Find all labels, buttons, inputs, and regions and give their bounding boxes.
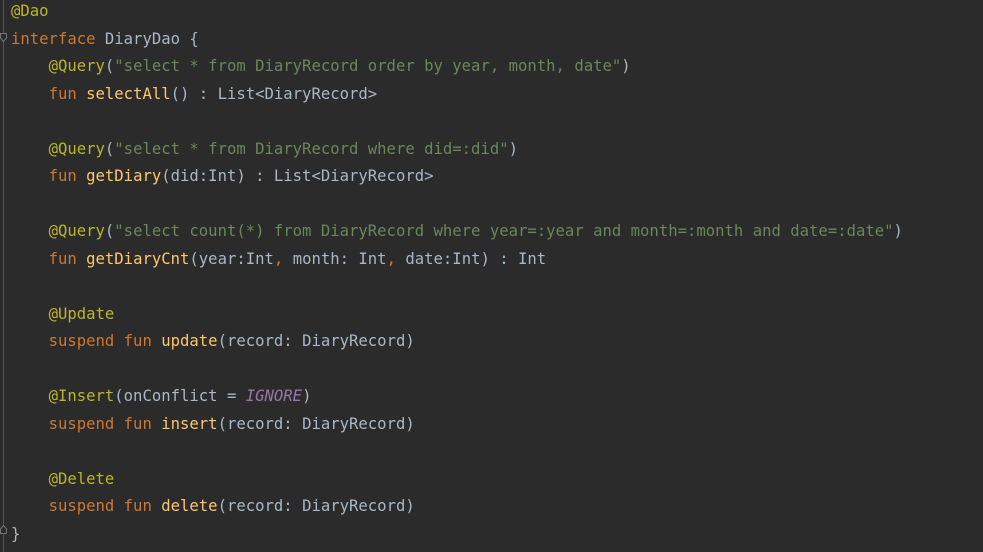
code-line[interactable]: fun getDiaryCnt(year:Int, month: Int, da… xyxy=(11,246,903,274)
code-token-plain: ( xyxy=(104,222,115,240)
code-line[interactable]: @Dao xyxy=(11,0,903,26)
code-line[interactable] xyxy=(11,356,903,384)
code-line[interactable] xyxy=(11,108,903,136)
code-token-annotation: @Query xyxy=(48,222,105,240)
code-token-plain: ) xyxy=(302,387,312,405)
code-token-annotation: @Query xyxy=(48,139,105,158)
code-token-plain: month: Int xyxy=(292,249,387,268)
code-token-plain: (record: DiaryRecord) xyxy=(217,332,415,350)
code-token-plain: (record: DiaryRecord) xyxy=(217,414,415,433)
code-line[interactable]: @Insert(onConflict = IGNORE) xyxy=(11,383,903,411)
code-token-annotation: @Dao xyxy=(11,2,49,20)
code-line[interactable]: @Query("select * from DiaryRecord where … xyxy=(11,136,903,164)
code-line[interactable]: @Update xyxy=(11,301,903,329)
code-token-keyword: , xyxy=(273,249,293,268)
code-token-annotation: @Insert xyxy=(48,387,115,405)
code-token-plain: ( xyxy=(104,139,115,158)
code-line[interactable]: suspend fun update(record: DiaryRecord) xyxy=(11,328,903,356)
code-line[interactable]: @Query("select count(*) from DiaryRecord… xyxy=(11,218,903,246)
code-token-plain: ) xyxy=(508,139,518,158)
code-line[interactable]: fun getDiary(did:Int) : List<DiaryRecord… xyxy=(11,163,903,191)
code-line[interactable] xyxy=(11,438,903,466)
code-token-plain: (did:Int) : List<DiaryRecord> xyxy=(161,167,434,185)
code-line[interactable]: suspend fun insert(record: DiaryRecord) xyxy=(11,411,903,439)
code-line[interactable]: @Delete xyxy=(11,466,903,494)
code-line[interactable]: interface DiaryDao { xyxy=(11,26,903,54)
code-token-function: getDiaryCnt xyxy=(86,249,190,268)
code-line[interactable] xyxy=(11,273,903,301)
code-token-keyword: , xyxy=(386,249,406,268)
code-token-function: insert xyxy=(161,414,218,433)
code-token-string: "select count(*) from DiaryRecord where … xyxy=(114,222,894,240)
code-token-annotation: @Query xyxy=(48,57,105,75)
code-token-keyword: suspend fun xyxy=(48,414,162,433)
code-token-function: update xyxy=(161,332,218,350)
code-line[interactable]: suspend fun delete(record: DiaryRecord) xyxy=(11,493,903,521)
code-token-keyword: fun xyxy=(48,84,87,103)
code-token-annotation: @Update xyxy=(48,304,115,323)
code-token-keyword: fun xyxy=(48,167,87,185)
code-token-plain: () : List<DiaryRecord> xyxy=(170,84,378,103)
code-line[interactable]: @Query("select * from DiaryRecord order … xyxy=(11,53,903,81)
code-token-function: selectAll xyxy=(86,84,171,103)
code-token-const: IGNORE xyxy=(245,387,303,405)
code-token-function: getDiary xyxy=(86,167,162,185)
code-text-area[interactable]: @Dao interface DiaryDao { @Query("select … xyxy=(11,0,903,548)
code-token-plain: ) xyxy=(893,222,903,240)
code-token-annotation: @Delete xyxy=(48,469,115,488)
code-token-keyword: suspend fun xyxy=(48,497,162,515)
code-line[interactable]: } xyxy=(11,521,903,549)
code-token-plain: } xyxy=(11,524,21,543)
code-token-string: "select * from DiaryRecord order by year… xyxy=(114,57,622,75)
code-token-keyword: interface xyxy=(11,29,105,48)
code-token-string: "select * from DiaryRecord where did=:di… xyxy=(114,139,509,158)
code-token-function: delete xyxy=(161,497,218,515)
code-line[interactable] xyxy=(11,191,903,219)
code-line[interactable]: fun selectAll() : List<DiaryRecord> xyxy=(11,81,903,109)
code-token-plain: (record: DiaryRecord) xyxy=(217,497,415,515)
fold-collapse-icon[interactable] xyxy=(0,33,7,42)
fold-guide-line xyxy=(3,0,4,552)
code-token-plain: ( xyxy=(104,57,115,75)
code-token-plain: DiaryDao { xyxy=(104,29,199,48)
code-token-keyword: suspend fun xyxy=(48,332,162,350)
code-editor[interactable]: @Dao interface DiaryDao { @Query("select … xyxy=(0,0,983,552)
code-token-keyword: fun xyxy=(48,249,87,268)
code-token-plain: date:Int) : Int xyxy=(405,249,547,268)
fold-end-icon[interactable] xyxy=(0,525,7,534)
code-token-plain: ) xyxy=(621,57,631,75)
code-token-plain: (onConflict = xyxy=(114,387,246,405)
code-token-plain: (year:Int xyxy=(189,249,274,268)
